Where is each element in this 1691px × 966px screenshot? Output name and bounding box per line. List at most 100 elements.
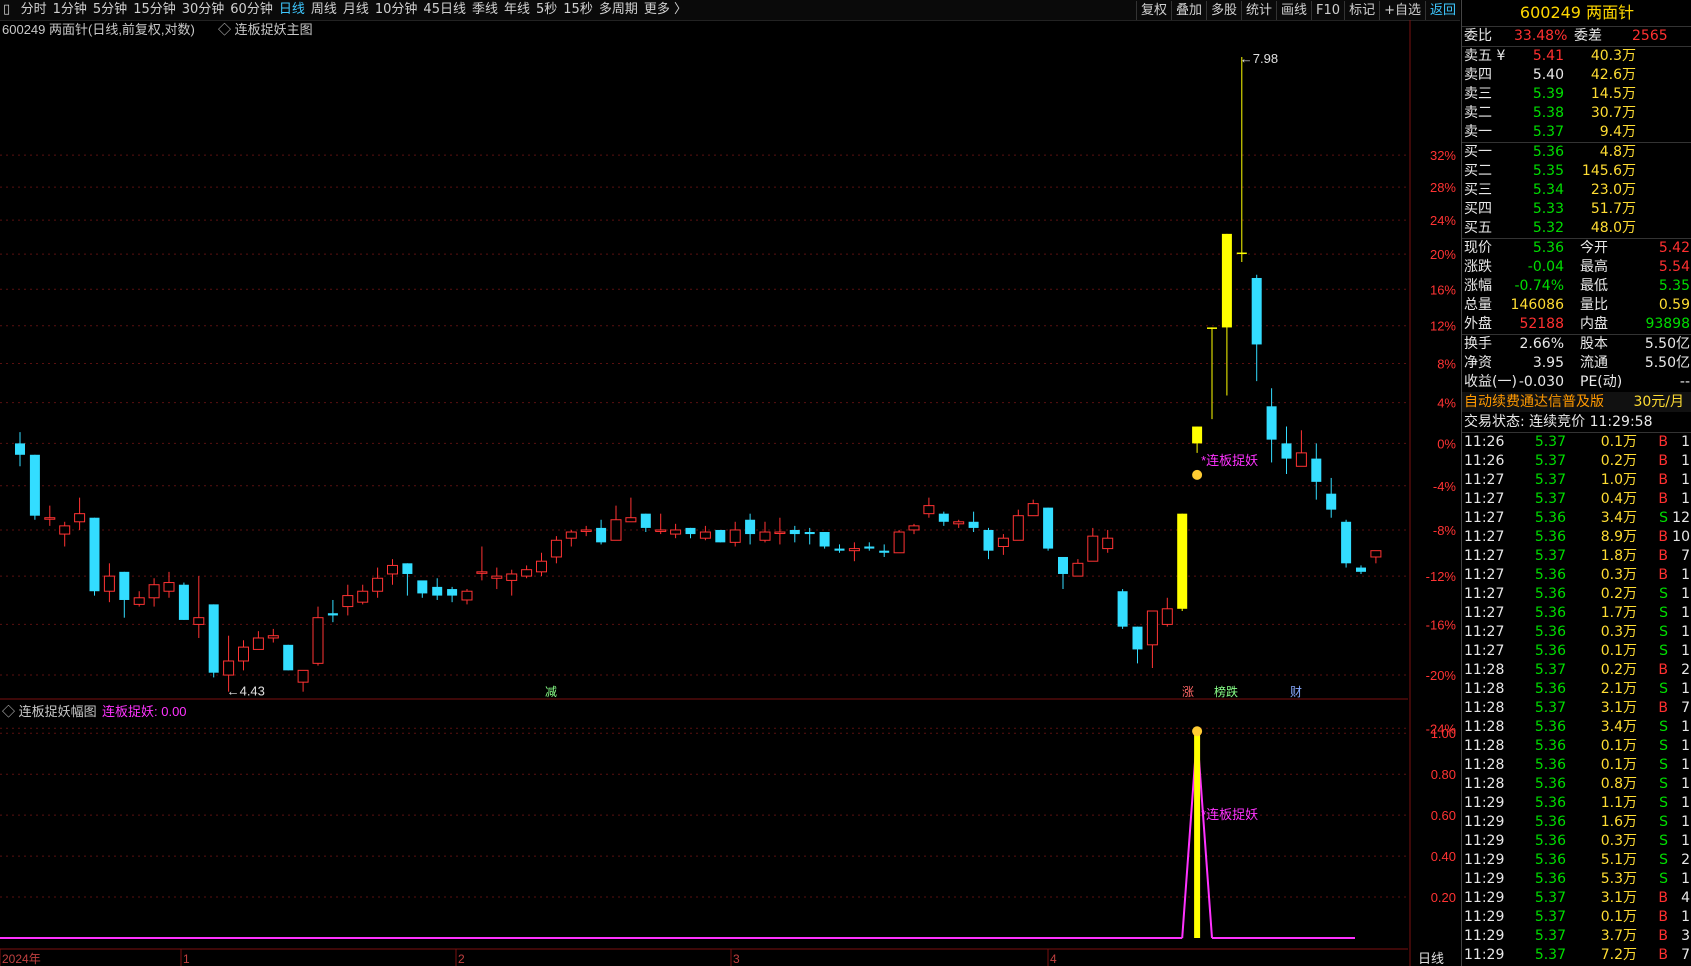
tick-volume: 0.3万 xyxy=(1600,833,1637,849)
tick-volume: 3.1万 xyxy=(1600,700,1637,716)
tick-volume: 0.8万 xyxy=(1600,776,1637,792)
stat-label: 最低 xyxy=(1580,278,1608,294)
candle-body xyxy=(789,529,800,535)
ask-price: 5.40 xyxy=(1532,67,1564,83)
low-label: ←4.43 xyxy=(227,684,265,699)
back-button[interactable]: 返回 xyxy=(1424,1,1460,20)
tool-button[interactable]: F10 xyxy=(1311,1,1344,20)
kline-chart[interactable]: 32% 28% 24% 20% 16% 12% 8% 4% 0% -4% -8% -12% -16% -2… xyxy=(0,20,1460,966)
period-tab[interactable]: 5秒 xyxy=(533,0,560,20)
tick-count: 1 xyxy=(1681,681,1690,697)
period-tab[interactable]: 1分钟 xyxy=(50,0,90,20)
tick-time: 11:29 xyxy=(1464,814,1505,830)
tick-volume: 5.1万 xyxy=(1600,852,1637,868)
ask-volume: 14.5万 xyxy=(1590,86,1636,102)
period-tab[interactable]: 日线 xyxy=(276,0,308,20)
tick-side: B xyxy=(1658,662,1668,678)
stat-value: 5.35 xyxy=(1658,278,1690,294)
period-tab[interactable]: 多周期 xyxy=(596,0,641,20)
tick-count: 1 xyxy=(1681,643,1690,659)
tick-price: 5.36 xyxy=(1534,681,1566,697)
stat-label: PE(动) xyxy=(1580,374,1623,390)
tick-volume: 7.2万 xyxy=(1600,947,1637,963)
tick-count: 1 xyxy=(1681,738,1690,754)
tick-time: 11:29 xyxy=(1464,852,1505,868)
x-tick-label: 2024年 xyxy=(2,952,41,966)
ad-banner[interactable]: 自动续费通达信普及版 30元/月 xyxy=(1462,392,1691,412)
tool-button[interactable]: 标记 xyxy=(1344,1,1379,20)
stat-row: 现价 5.36 今开 5.42 xyxy=(1462,239,1691,258)
x-tick-label: 4 xyxy=(1050,952,1057,966)
stat-value: 5.50亿 xyxy=(1644,336,1690,352)
ask-price: 5.39 xyxy=(1532,86,1564,102)
tick-time: 11:27 xyxy=(1464,605,1505,621)
tool-button[interactable]: 复权 xyxy=(1135,1,1171,20)
tool-button[interactable]: 统计 xyxy=(1241,1,1276,20)
period-tab[interactable]: 季线 xyxy=(469,0,501,20)
bid-row: 买二 5.35 145.6万 xyxy=(1462,162,1691,181)
period-tab[interactable]: 30分钟 xyxy=(179,0,228,20)
tick-volume: 2.1万 xyxy=(1600,681,1637,697)
tick-price: 5.36 xyxy=(1534,510,1566,526)
tick-count: 7 xyxy=(1681,700,1690,716)
period-tab[interactable]: 更多 〉 xyxy=(641,0,690,20)
candle-body xyxy=(297,669,309,683)
stat-label: 现价 xyxy=(1464,240,1492,256)
tick-side: S xyxy=(1659,852,1668,868)
bid-label: 买五 xyxy=(1464,220,1492,236)
sub-tick-label: 1.00 xyxy=(1431,726,1456,741)
tick-count: 1 xyxy=(1681,434,1690,450)
candle-body xyxy=(923,505,935,515)
period-tab[interactable]: 分时 xyxy=(18,0,50,20)
candle-body xyxy=(1161,608,1173,625)
tick-time: 11:27 xyxy=(1464,624,1505,640)
stat-label: 股本 xyxy=(1580,336,1608,352)
period-button[interactable]: 日线 xyxy=(1418,951,1444,966)
tick-volume: 1.7万 xyxy=(1600,605,1637,621)
stat-row: 总量 146086 量比 0.59 xyxy=(1462,296,1691,315)
period-tab[interactable]: 10分钟 xyxy=(372,0,421,20)
stat-value: 5.50亿 xyxy=(1644,355,1690,371)
tick-time: 11:27 xyxy=(1464,510,1505,526)
bid-label: 买一 xyxy=(1464,144,1492,160)
tick-volume: 0.2万 xyxy=(1600,453,1637,469)
weibi-label: 委比 xyxy=(1464,28,1492,44)
tick-price: 5.36 xyxy=(1534,529,1566,545)
tool-button[interactable]: 画线 xyxy=(1276,1,1311,20)
period-tab[interactable]: 60分钟 xyxy=(227,0,276,20)
period-tab[interactable]: 周线 xyxy=(308,0,340,20)
ask-row: 卖一 5.37 9.4万 xyxy=(1462,123,1691,142)
candle-body xyxy=(74,513,86,523)
period-tab[interactable]: 5分钟 xyxy=(90,0,130,20)
candle-body xyxy=(1027,503,1039,517)
tick-time: 11:27 xyxy=(1464,548,1505,564)
candle-body xyxy=(745,519,756,535)
candle-body xyxy=(1221,233,1232,328)
period-tab[interactable]: 15秒 xyxy=(560,0,596,20)
toolbar-menu-icon[interactable]: ▯ xyxy=(0,0,13,20)
stat-row: 涨幅 -0.74% 最低 5.35 xyxy=(1462,277,1691,296)
period-tab[interactable]: 45日线 xyxy=(420,0,469,20)
period-tab[interactable]: 15分钟 xyxy=(130,0,179,20)
period-tab[interactable]: 年线 xyxy=(501,0,533,20)
candle-body xyxy=(953,521,965,525)
bid-volume: 48.0万 xyxy=(1590,220,1636,236)
stat-row: 净资 3.95 流通 5.50亿 xyxy=(1462,354,1691,373)
tick-side: S xyxy=(1659,624,1668,640)
weibi-row: 委比 33.48% 委差 2565 xyxy=(1462,27,1691,46)
ask-volume: 30.7万 xyxy=(1590,105,1636,121)
tick-side: B xyxy=(1658,453,1668,469)
candle-body xyxy=(119,571,130,600)
tick-row: 11:28 5.36 0.1万 S 1 xyxy=(1462,737,1691,756)
tool-button[interactable]: 叠加 xyxy=(1170,1,1206,20)
stat-row: 换手 2.66% 股本 5.50亿 xyxy=(1462,335,1691,354)
period-tab[interactable]: 月线 xyxy=(340,0,372,20)
candle-body xyxy=(491,575,503,579)
tool-button[interactable]: +自选 xyxy=(1379,1,1425,20)
tick-time: 11:27 xyxy=(1464,472,1505,488)
candle-body xyxy=(983,529,994,551)
tick-time: 11:28 xyxy=(1464,757,1505,773)
tick-time: 11:28 xyxy=(1464,700,1505,716)
tool-button[interactable]: 多股 xyxy=(1205,1,1241,20)
tick-list[interactable]: 11:26 5.37 0.1万 B 1 11:26 5.37 0.2万 B 1 11:27 5.37 1… xyxy=(1462,433,1691,966)
